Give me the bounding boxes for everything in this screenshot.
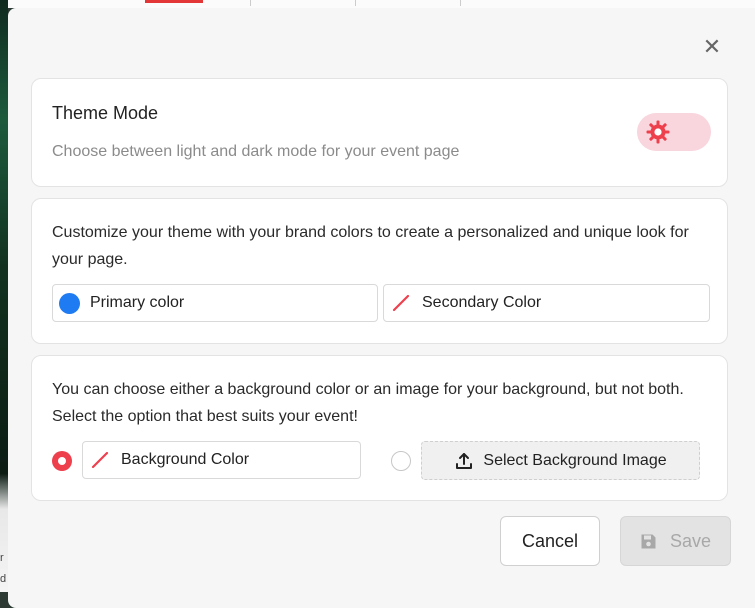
primary-color-label: Primary color (90, 294, 185, 311)
background-color-picker[interactable]: Background Color (82, 441, 361, 479)
backdrop-divider (250, 0, 251, 6)
background-description: You can choose either a background color… (52, 381, 684, 425)
upload-icon (454, 451, 474, 471)
primary-color-swatch (59, 292, 80, 314)
backdrop-text: r (0, 552, 4, 564)
close-icon: ✕ (702, 34, 722, 59)
backdrop-image-strip (0, 0, 8, 592)
cancel-label: Cancel (521, 530, 579, 551)
backdrop-active-tab-indicator (145, 0, 203, 3)
backdrop-divider (460, 0, 461, 6)
backdrop-text: d (0, 573, 7, 585)
theme-mode-title: Theme Mode (52, 103, 159, 123)
sun-icon (646, 120, 670, 144)
backdrop-toolbar (0, 0, 755, 8)
secondary-color-picker[interactable]: Secondary Color (383, 284, 710, 322)
primary-color-picker[interactable]: Primary color (52, 284, 378, 322)
save-button[interactable]: Save (620, 516, 731, 566)
background-card: You can choose either a background color… (31, 355, 728, 501)
backdrop-divider (355, 0, 356, 6)
select-background-image-button[interactable]: Select Background Image (421, 441, 700, 480)
close-button[interactable]: ✕ (701, 36, 723, 58)
theme-mode-toggle[interactable] (637, 113, 711, 151)
cancel-button[interactable]: Cancel (500, 516, 600, 566)
floppy-disk-icon (640, 532, 658, 550)
theme-mode-description: Choose between light and dark mode for y… (52, 143, 460, 160)
theme-settings-dialog: ✕ Theme Mode Choose between light and da… (8, 8, 755, 608)
secondary-color-label: Secondary Color (422, 294, 542, 311)
select-background-image-label: Select Background Image (483, 451, 667, 469)
theme-mode-card: Theme Mode Choose between light and dark… (31, 78, 728, 187)
no-color-slash-icon (390, 292, 412, 314)
brand-colors-card: Customize your theme with your brand col… (31, 198, 728, 344)
save-label: Save (669, 530, 712, 551)
no-color-slash-icon (89, 449, 111, 471)
brand-colors-description: Customize your theme with your brand col… (52, 224, 689, 268)
background-color-radio[interactable] (52, 451, 72, 471)
background-color-label: Background Color (121, 451, 250, 468)
background-image-radio[interactable] (391, 451, 411, 471)
